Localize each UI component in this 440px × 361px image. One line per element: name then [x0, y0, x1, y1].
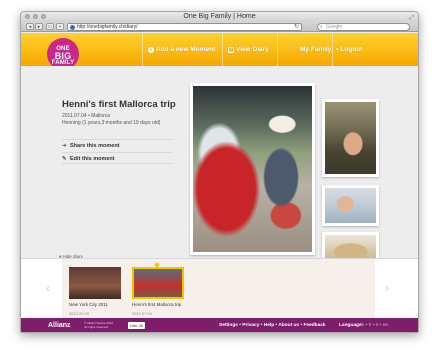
nav-divider	[222, 33, 223, 66]
diary-entry-thumb-2-selected[interactable]	[132, 267, 184, 299]
browser-window: One Big Family | Home ⤢ ◂ ▸ ▭ + http://o…	[20, 11, 419, 333]
edit-moment-label: Edit this moment	[70, 156, 115, 162]
edit-moment-button[interactable]: ✎ Edit this moment	[62, 152, 172, 164]
window-controls	[25, 14, 46, 19]
moment-title: Henni's first Mallorca trip	[62, 99, 176, 110]
browser-toolbar: ◂ ▸ ▭ + http://onebigfamily.ch/diary/ ↻ …	[21, 22, 418, 32]
add-tab-button[interactable]: +	[56, 23, 64, 30]
side-photo-1[interactable]	[322, 99, 379, 177]
sidebar-toggle-button[interactable]: ▭	[46, 23, 54, 30]
nav-divider	[277, 33, 278, 66]
diary-entry-title-1[interactable]: New York City 2011	[69, 302, 129, 307]
forward-button[interactable]: ▸	[35, 23, 43, 30]
like-count: 2k	[138, 323, 143, 328]
diary-entry-date-2: 2011.07.04	[132, 311, 152, 316]
diary-entry-date-1: 2012.03.09	[69, 311, 90, 316]
allianz-logo[interactable]: Allianz	[48, 322, 71, 329]
site-footer: Allianz © Allianz Suisse 2012 All rights…	[21, 318, 418, 332]
logo-line-2: BIG	[54, 51, 72, 61]
my-family-link[interactable]: My Family	[300, 33, 331, 66]
diary-next-arrow-icon[interactable]: ›	[385, 281, 389, 295]
share-arrow-icon: ➜	[62, 143, 67, 149]
footer-link-settings[interactable]: Settings	[219, 323, 238, 328]
logout-bullet-icon: •	[336, 46, 339, 53]
moment-date-location: 2011.07.04 • Mallorca	[62, 113, 111, 119]
footer-link-help[interactable]: Help	[264, 323, 274, 328]
add-moment-label: Add a new Moment	[156, 46, 216, 53]
main-moment-photo[interactable]	[190, 83, 315, 255]
diary-entry-title-2[interactable]: Henni's first Mallorca trip	[132, 302, 187, 307]
pencil-icon: ✎	[62, 156, 67, 162]
side-photo-2[interactable]	[322, 185, 379, 226]
refresh-icon[interactable]: ↻	[294, 24, 299, 31]
footer-link-privacy[interactable]: Privacy	[242, 323, 259, 328]
moment-child-age: Henning (1 years,3 months and 19 days ol…	[62, 120, 161, 126]
footer-link-about-us[interactable]: About us	[278, 323, 299, 328]
diary-entry-thumb-1[interactable]	[69, 267, 121, 299]
logout-link[interactable]: • Logout	[336, 33, 362, 66]
share-moment-button[interactable]: ➜ Share this moment	[62, 139, 172, 151]
logout-label: Logout	[340, 46, 363, 53]
favicon-icon	[70, 25, 75, 30]
share-moment-label: Share this moment	[70, 143, 120, 149]
photo-baby-on-bed	[325, 188, 376, 223]
my-family-label: My Family	[300, 46, 332, 53]
nav-divider	[332, 33, 333, 66]
like-button[interactable]: Like 2k	[128, 322, 145, 329]
language-selector[interactable]: de • fr • it • en	[359, 323, 388, 328]
search-icon: ⌕	[320, 24, 323, 30]
site-header: ONE BIG FAMILY + Add a new Moment ▤ View…	[21, 33, 418, 70]
minimize-window-icon[interactable]	[33, 14, 38, 19]
address-text: http://onebigfamily.ch/diary/	[77, 24, 138, 30]
like-label: Like	[130, 323, 138, 328]
view-diary-label: View Diary	[236, 46, 269, 53]
diary-book-icon: ▤	[228, 46, 234, 53]
moment-content: Henni's first Mallorca trip 2011.07.04 •…	[21, 66, 418, 262]
view-diary-button[interactable]: ▤ View Diary	[228, 33, 269, 66]
back-button[interactable]: ◂	[26, 23, 34, 30]
close-window-icon[interactable]	[25, 14, 30, 19]
search-input[interactable]: ⌕ Google	[317, 23, 410, 31]
address-bar[interactable]: http://onebigfamily.ch/diary/ ↻	[67, 23, 302, 31]
diary-strip: ‹ › New York City 2011 2012.03.09 Henni'…	[21, 258, 418, 319]
plus-icon: +	[148, 46, 154, 53]
nav-divider	[142, 33, 143, 66]
title-bar: One Big Family | Home ⤢	[21, 12, 418, 22]
copyright: © Allianz Suisse 2012 All rights reserve…	[84, 321, 113, 329]
copyright-line-2: All rights reserved	[84, 324, 109, 329]
search-placeholder: Google	[326, 24, 343, 30]
photo-child-straw-hat	[325, 235, 376, 259]
photo-child-on-toy-car	[193, 86, 312, 252]
footer-links: Settings • Privacy • Help • About us • F…	[219, 323, 326, 328]
diary-prev-arrow-icon[interactable]: ‹	[46, 281, 50, 295]
zoom-window-icon[interactable]	[41, 14, 46, 19]
window-title: One Big Family | Home	[183, 13, 256, 20]
photo-beach-picnic	[325, 102, 376, 174]
add-moment-button[interactable]: + Add a new Moment	[148, 33, 215, 66]
footer-link-feedback[interactable]: Feedback	[303, 323, 325, 328]
